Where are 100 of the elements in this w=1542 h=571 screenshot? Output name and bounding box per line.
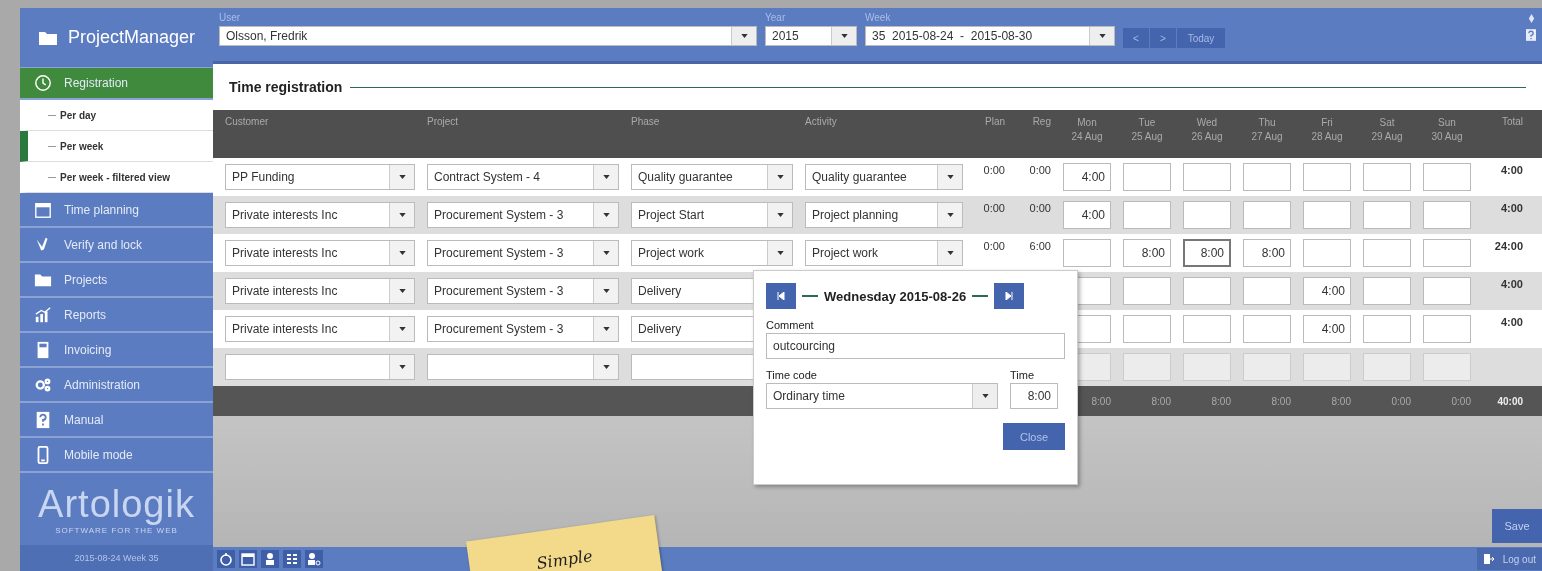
hours-input[interactable] [1303, 353, 1351, 381]
calendar-icon[interactable] [239, 550, 257, 568]
dropdown-field[interactable]: Private interests Inc [225, 240, 415, 266]
hours-input[interactable]: 4:00 [1063, 201, 1111, 229]
logout-button[interactable]: Log out [1476, 548, 1542, 570]
hours-input[interactable] [1183, 315, 1231, 343]
dropdown-field[interactable]: Project work [631, 240, 793, 266]
column-header: Customer [225, 116, 270, 127]
hours-input[interactable] [1183, 163, 1231, 191]
save-button[interactable]: Save [1492, 509, 1542, 543]
dropdown-field[interactable]: Procurement System - 3 [427, 240, 619, 266]
sidebar-submenu-item[interactable]: Per day [20, 100, 213, 131]
hours-input[interactable] [1123, 315, 1171, 343]
caret-icon [1098, 34, 1106, 38]
dropdown-field[interactable]: Private interests Inc [225, 316, 415, 342]
hours-input[interactable] [1303, 239, 1351, 267]
stopwatch-icon[interactable] [217, 550, 235, 568]
calendar-icon [34, 200, 52, 219]
hours-input[interactable] [1183, 201, 1231, 229]
previous-day-button[interactable] [766, 283, 796, 309]
list-icon[interactable] [283, 550, 301, 568]
hours-input[interactable] [1123, 353, 1171, 381]
caret-icon [602, 327, 610, 331]
hours-input[interactable]: 4:00 [1303, 315, 1351, 343]
hours-input[interactable]: 8:00 [1123, 239, 1171, 267]
dropdown-field[interactable]: Project Start [631, 202, 793, 228]
caret-icon [840, 34, 848, 38]
hours-input[interactable] [1243, 277, 1291, 305]
hours-input[interactable] [1423, 201, 1471, 229]
day-total: 8:00 [1330, 395, 1351, 407]
hours-input[interactable] [1243, 353, 1291, 381]
comment-field[interactable]: outcourcing [766, 333, 1065, 359]
hours-input[interactable] [1183, 353, 1231, 381]
hours-input[interactable] [1243, 201, 1291, 229]
hours-input[interactable] [1123, 163, 1171, 191]
hours-input[interactable] [1363, 315, 1411, 343]
hours-input[interactable] [1423, 163, 1471, 191]
dropdown-field[interactable]: Procurement System - 3 [427, 202, 619, 228]
caret-icon [398, 289, 406, 293]
hours-input[interactable]: 4:00 [1063, 163, 1111, 191]
hours-input[interactable] [1363, 277, 1411, 305]
grand-total: 40:00 [1496, 395, 1523, 407]
hours-input[interactable] [1303, 201, 1351, 229]
hours-input[interactable] [1423, 277, 1471, 305]
hours-input[interactable] [1243, 163, 1291, 191]
section-title: Time registration [229, 79, 343, 95]
hours-input[interactable] [1303, 163, 1351, 191]
dropdown-field[interactable]: Project planning [805, 202, 963, 228]
caret-icon [776, 251, 784, 255]
hours-input[interactable] [1423, 353, 1471, 381]
hours-input[interactable] [1063, 239, 1111, 267]
user-settings-icon[interactable] [305, 550, 323, 568]
hours-input[interactable] [1363, 239, 1411, 267]
sticky-note-text: Simple [535, 546, 594, 571]
caret-icon [740, 34, 748, 38]
hours-input[interactable] [1123, 277, 1171, 305]
dropdown-field[interactable]: Procurement System - 3 [427, 278, 619, 304]
dropdown-field[interactable] [427, 354, 619, 380]
sidebar-submenu-item[interactable]: Per week - filtered view [20, 162, 213, 193]
dropdown-field[interactable]: Procurement System - 3 [427, 316, 619, 342]
week-dropdown[interactable]: 35 2015-08-24 - 2015-08-30 [865, 26, 1115, 46]
dropdown-field[interactable]: PP Funding [225, 164, 415, 190]
dropdown-field[interactable]: Private interests Inc [225, 278, 415, 304]
dropdown-field[interactable]: Project work [805, 240, 963, 266]
row-total: 4:00 [1499, 163, 1523, 176]
hours-input[interactable] [1423, 239, 1471, 267]
pin-icon[interactable] [1527, 14, 1536, 23]
hours-input[interactable]: 4:00 [1303, 277, 1351, 305]
hours-input[interactable] [1363, 163, 1411, 191]
dropdown-field[interactable] [225, 354, 415, 380]
hours-input[interactable]: 8:00 [1183, 239, 1231, 267]
time-field[interactable]: 8:00 [1010, 383, 1058, 409]
dropdown-field[interactable]: Private interests Inc [225, 202, 415, 228]
next-day-button[interactable] [994, 283, 1025, 309]
day-total: 8:00 [1270, 395, 1291, 407]
caret-icon [776, 175, 784, 179]
person-icon[interactable] [261, 550, 279, 568]
hours-input[interactable]: 8:00 [1243, 239, 1291, 267]
hours-input[interactable] [1363, 201, 1411, 229]
year-dropdown[interactable]: 2015 [765, 26, 857, 46]
year-label: Year [765, 12, 787, 24]
hours-input[interactable] [1183, 277, 1231, 305]
week-label: Week [865, 12, 892, 24]
caret-icon [946, 175, 954, 179]
dropdown-field[interactable]: Quality guarantee [805, 164, 963, 190]
day-column-header: Wed 26 Aug [1190, 116, 1224, 144]
hours-input[interactable] [1363, 353, 1411, 381]
sidebar-submenu-item[interactable]: Per week [20, 131, 213, 162]
day-column-header: Tue 25 Aug [1130, 116, 1164, 144]
hours-input[interactable] [1123, 201, 1171, 229]
time-code-dropdown[interactable]: Ordinary time [766, 383, 998, 409]
user-dropdown[interactable]: Olsson, Fredrik [219, 26, 757, 46]
dropdown-field[interactable]: Quality guarantee [631, 164, 793, 190]
help-icon[interactable] [1526, 29, 1536, 41]
dropdown-field[interactable]: Contract System - 4 [427, 164, 619, 190]
day-total: 8:00 [1090, 395, 1111, 407]
time-code-label: Time code [766, 369, 818, 381]
sidebar-menu-item[interactable]: Registration [20, 68, 213, 100]
hours-input[interactable] [1423, 315, 1471, 343]
hours-input[interactable] [1243, 315, 1291, 343]
